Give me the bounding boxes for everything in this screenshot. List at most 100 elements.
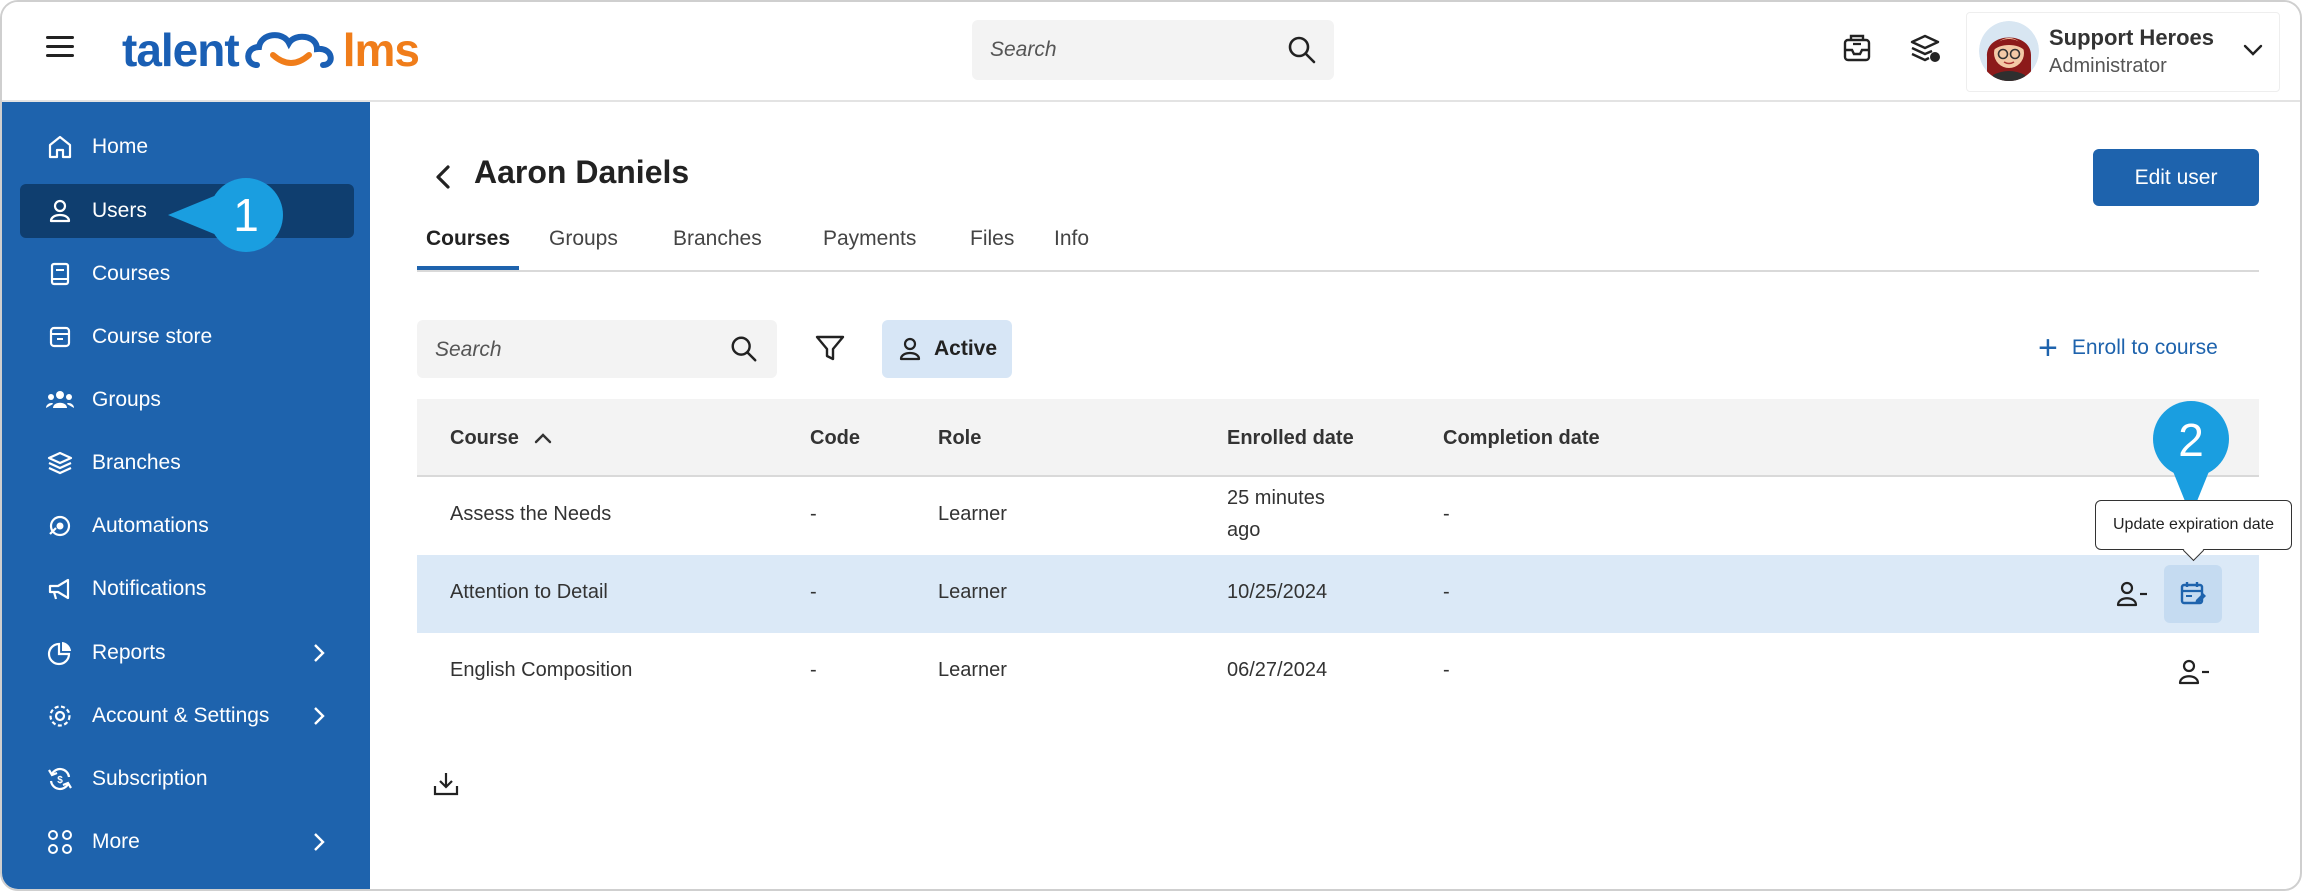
table-header: Course Code Role Enrolled date Completio…: [417, 399, 2259, 477]
groups-icon: [44, 384, 76, 416]
unenroll-user-icon[interactable]: [2115, 579, 2149, 609]
user-name: Support Heroes: [2049, 25, 2215, 50]
branch-switch-icon[interactable]: [1908, 32, 1942, 66]
plus-icon: +: [2038, 329, 2058, 367]
cloud-logo-icon: [244, 32, 334, 68]
calendar-edit-icon: [2180, 582, 2206, 605]
callout-number-2: 2: [2178, 414, 2204, 466]
back-arrow-icon[interactable]: [434, 164, 452, 190]
tab-branches[interactable]: Branches: [661, 222, 774, 270]
tab-info[interactable]: Info: [1042, 222, 1101, 270]
gear-icon: [44, 700, 76, 732]
tab-courses[interactable]: Courses: [417, 222, 519, 270]
sidebar-item-label: Users: [92, 199, 147, 222]
courses-table: Course Code Role Enrolled date Completio…: [417, 399, 2259, 711]
active-filter-label: Active: [934, 337, 998, 360]
cell-completion-date: -: [1443, 659, 1450, 681]
sidebar-item-more[interactable]: More: [20, 815, 354, 869]
user-icon: [44, 195, 76, 227]
book-icon: [44, 258, 76, 290]
sidebar-item-label: Branches: [92, 451, 181, 474]
sidebar-item-label: Reports: [92, 641, 166, 664]
sidebar-item-label: Courses: [92, 262, 171, 285]
column-header-enrolled-date[interactable]: Enrolled date: [1227, 427, 1354, 450]
sidebar-item-home[interactable]: Home: [20, 120, 354, 174]
enroll-label: Enroll to course: [2071, 336, 2218, 359]
chevron-down-icon[interactable]: [2243, 43, 2263, 57]
page-title: Aaron Daniels: [474, 154, 690, 190]
tooltip: Update expiration date: [2095, 500, 2292, 550]
tab-groups[interactable]: Groups: [537, 222, 630, 270]
sidebar-item-notifications[interactable]: Notifications: [20, 562, 354, 616]
column-header-completion-date[interactable]: Completion date: [1443, 427, 1600, 450]
table-row[interactable]: English Composition - Learner 06/27/2024…: [417, 633, 2259, 711]
download-icon[interactable]: [432, 770, 460, 798]
edit-user-button[interactable]: Edit user: [2093, 149, 2259, 206]
store-icon: [44, 321, 76, 353]
cell-code: -: [810, 581, 817, 603]
search-icon[interactable]: [1286, 34, 1318, 66]
tab-files[interactable]: Files: [958, 222, 1026, 270]
sidebar-item-branches[interactable]: Branches: [20, 436, 354, 490]
cell-role: Learner: [938, 503, 1007, 525]
sidebar-item-label: Account & Settings: [92, 704, 270, 727]
filter-icon[interactable]: [812, 330, 848, 366]
cell-enrolled-date: 06/27/2024: [1227, 659, 1328, 681]
table-row[interactable]: Assess the Needs - Learner 25 minutes ag…: [417, 477, 2259, 555]
update-expiration-date-button[interactable]: [2164, 565, 2222, 623]
grid-icon: [44, 826, 76, 858]
cell-code: -: [810, 503, 817, 525]
pie-chart-icon: [44, 637, 76, 669]
sort-ascending-icon[interactable]: [534, 431, 552, 445]
megaphone-icon: [44, 573, 76, 605]
sidebar-item-courses[interactable]: Courses: [20, 247, 354, 301]
talentlms-logo[interactable]: talent lms: [122, 20, 420, 80]
layers-icon: [44, 447, 76, 479]
sidebar-item-subscription[interactable]: $ Subscription: [20, 752, 354, 806]
search-placeholder: Search: [435, 338, 502, 361]
cell-completion-date: -: [1443, 581, 1450, 603]
cell-completion-date: -: [1443, 503, 1450, 525]
callout-number-1: 1: [233, 189, 259, 241]
user-icon: [899, 337, 921, 361]
active-filter-button[interactable]: Active: [882, 320, 1012, 378]
cell-role: Learner: [938, 581, 1007, 603]
automation-icon: [44, 510, 76, 542]
table-row[interactable]: Attention to Detail - Learner 10/25/2024…: [417, 555, 2259, 633]
messages-icon[interactable]: [1840, 32, 1874, 66]
cell-role: Learner: [938, 659, 1007, 681]
user-tabs: Courses Groups Branches Payments Files I…: [417, 222, 2259, 272]
unenroll-user-icon[interactable]: [2177, 657, 2211, 687]
search-icon[interactable]: [729, 334, 759, 364]
home-icon: [44, 131, 76, 163]
sidebar-item-groups[interactable]: Groups: [20, 373, 354, 427]
sidebar-item-account-settings[interactable]: Account & Settings: [20, 689, 354, 743]
avatar: [1979, 21, 2039, 81]
svg-text:$: $: [57, 775, 63, 786]
chevron-right-icon: [314, 707, 325, 725]
user-menu[interactable]: Support Heroes Administrator: [1966, 12, 2280, 92]
cell-enrolled-date: ago: [1227, 519, 1261, 541]
hamburger-menu-icon[interactable]: [46, 36, 74, 64]
user-role: Administrator: [2049, 55, 2167, 77]
sidebar-item-label: Course store: [92, 325, 213, 348]
global-search-input[interactable]: Search: [972, 20, 1334, 80]
cell-code: -: [810, 659, 817, 681]
courses-search-input[interactable]: Search: [417, 320, 777, 378]
logo-text-left: talent: [122, 24, 240, 76]
sidebar-item-course-store[interactable]: Course store: [20, 310, 354, 364]
subscription-icon: $: [44, 763, 76, 795]
cell-course: English Composition: [450, 659, 633, 681]
sidebar-item-reports[interactable]: Reports: [20, 626, 354, 680]
column-header-role[interactable]: Role: [938, 427, 981, 450]
sidebar-item-label: Groups: [92, 388, 161, 411]
column-header-code[interactable]: Code: [810, 427, 860, 450]
enroll-to-course-button[interactable]: + Enroll to course: [2038, 330, 2218, 366]
sidebar-item-automations[interactable]: Automations: [20, 499, 354, 553]
cell-course: Attention to Detail: [450, 581, 608, 603]
sidebar-item-label: Subscription: [92, 767, 208, 790]
step-callout-1: 1: [168, 178, 283, 252]
tab-payments[interactable]: Payments: [811, 222, 928, 270]
logo-text-right: lms: [342, 24, 420, 76]
column-header-course[interactable]: Course: [450, 427, 519, 450]
